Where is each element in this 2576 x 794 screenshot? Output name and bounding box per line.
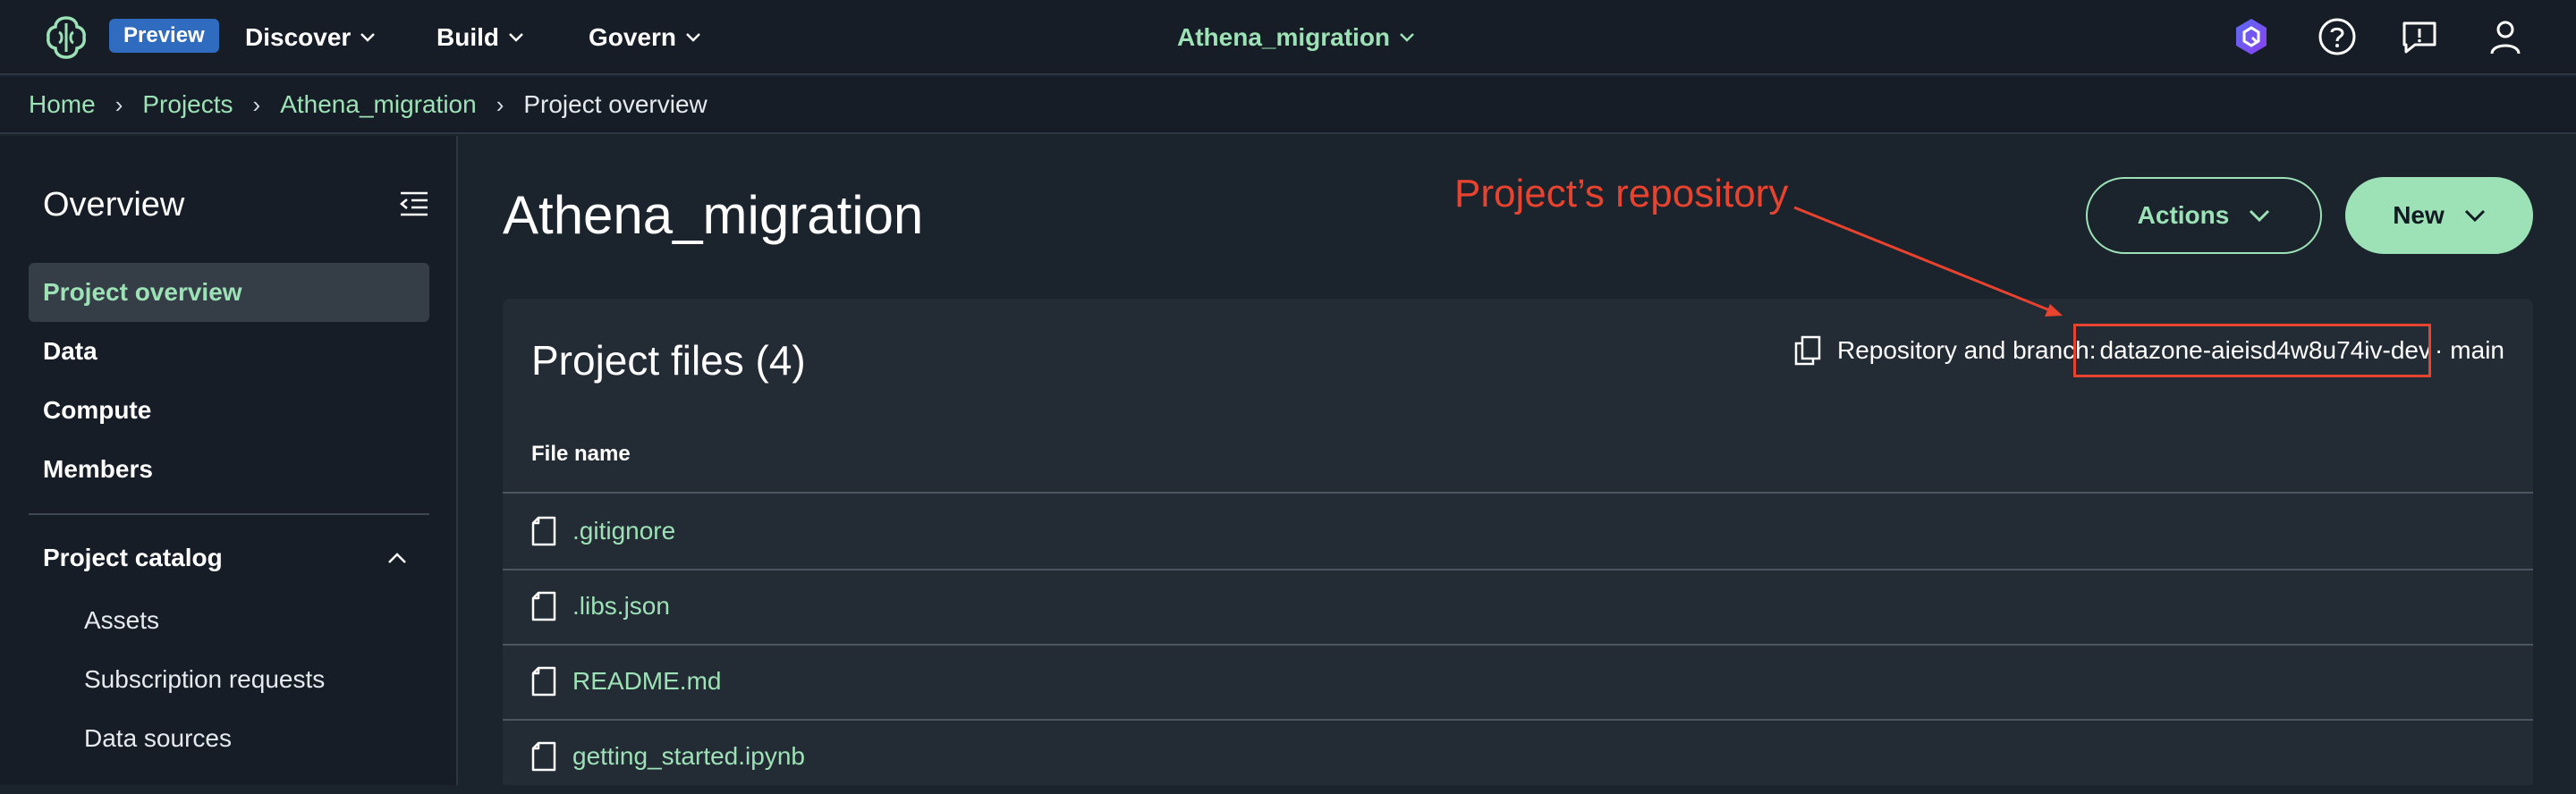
file-name-link[interactable]: getting_started.ipynb: [572, 742, 805, 771]
project-switcher[interactable]: Athena_migration: [1177, 20, 1415, 55]
chevron-down-icon: [686, 33, 700, 42]
project-switcher-label: Athena_migration: [1177, 23, 1391, 51]
table-divider: [503, 644, 2533, 646]
table-row[interactable]: .gitignore: [531, 494, 675, 569]
chevron-down-icon: [2250, 209, 2270, 222]
app-logo-icon[interactable]: [43, 14, 89, 61]
annotation-label: Project’s repository: [1454, 172, 1789, 215]
nav-govern[interactable]: Govern: [589, 20, 701, 55]
table-row[interactable]: getting_started.ipynb: [531, 719, 805, 794]
file-name-link[interactable]: .gitignore: [572, 517, 675, 545]
chevron-down-icon: [360, 33, 376, 42]
page-title: Athena_migration: [503, 185, 924, 245]
breadcrumb-project[interactable]: Athena_migration: [280, 90, 476, 119]
sidebar-item-data-sources[interactable]: Data sources: [84, 724, 232, 753]
nav-build[interactable]: Build: [436, 20, 524, 55]
chevron-down-icon: [2464, 209, 2485, 222]
sidebar-item-assets[interactable]: Assets: [84, 606, 159, 635]
chevron-right-icon: ›: [252, 90, 261, 118]
nav-govern-label: Govern: [589, 23, 677, 51]
sidebar: Overview Project overview Data Compute M…: [0, 136, 458, 785]
breadcrumb-home[interactable]: Home: [29, 90, 96, 119]
chevron-down-icon: [1400, 33, 1414, 42]
new-button[interactable]: New: [2345, 177, 2533, 254]
branch-separator: ·: [2434, 336, 2444, 364]
sidebar-item-members[interactable]: Members: [29, 440, 429, 499]
table-divider: [503, 719, 2533, 721]
amazon-q-icon[interactable]: [2231, 16, 2272, 57]
actions-button[interactable]: Actions: [2086, 177, 2322, 254]
file-name-link[interactable]: .libs.json: [572, 592, 670, 621]
sidebar-title: Overview: [43, 186, 185, 224]
file-icon: [531, 666, 556, 697]
nav-discover[interactable]: Discover: [245, 20, 376, 55]
table-divider: [503, 492, 2533, 494]
sidebar-item-data[interactable]: Data: [29, 322, 429, 381]
chevron-up-icon[interactable]: [386, 551, 408, 565]
top-navigation-bar: Preview Discover Build Govern Athena_mig…: [0, 0, 2576, 75]
annotation-highlight-box: [2073, 324, 2431, 377]
breadcrumb-projects[interactable]: Projects: [142, 90, 233, 119]
file-icon: [531, 591, 556, 621]
sidebar-section-project-catalog[interactable]: Project catalog: [43, 544, 223, 572]
feedback-icon[interactable]: [2399, 16, 2440, 57]
file-icon: [531, 516, 556, 546]
repository-label: Repository and branch:: [1836, 336, 2097, 364]
sidebar-item-subscription-requests[interactable]: Subscription requests: [84, 665, 325, 694]
nav-discover-label: Discover: [245, 23, 352, 51]
collapse-sidebar-icon[interactable]: [399, 190, 429, 218]
nav-build-label: Build: [436, 23, 499, 51]
chevron-down-icon: [509, 33, 523, 42]
branch-name: main: [2450, 336, 2504, 364]
preview-badge: Preview: [109, 19, 219, 53]
user-profile-icon[interactable]: [2485, 16, 2526, 57]
copy-icon[interactable]: [1794, 335, 1821, 366]
column-header-file-name[interactable]: File name: [531, 442, 631, 467]
file-icon: [531, 741, 556, 772]
table-row[interactable]: README.md: [531, 644, 721, 719]
file-name-link[interactable]: README.md: [572, 667, 721, 696]
sidebar-item-compute[interactable]: Compute: [29, 381, 429, 440]
table-divider: [503, 569, 2533, 570]
help-icon[interactable]: [2317, 16, 2358, 57]
chevron-right-icon: ›: [496, 90, 504, 118]
new-button-label: New: [2393, 201, 2445, 229]
sidebar-item-project-overview[interactable]: Project overview: [29, 263, 429, 322]
project-files-title: Project files (4): [531, 337, 806, 384]
chevron-right-icon: ›: [114, 90, 123, 118]
actions-button-label: Actions: [2137, 201, 2230, 229]
breadcrumb: Home › Projects › Athena_migration › Pro…: [0, 77, 2576, 134]
table-row[interactable]: .libs.json: [531, 569, 670, 644]
breadcrumb-current: Project overview: [523, 90, 708, 118]
sidebar-divider: [29, 513, 429, 515]
